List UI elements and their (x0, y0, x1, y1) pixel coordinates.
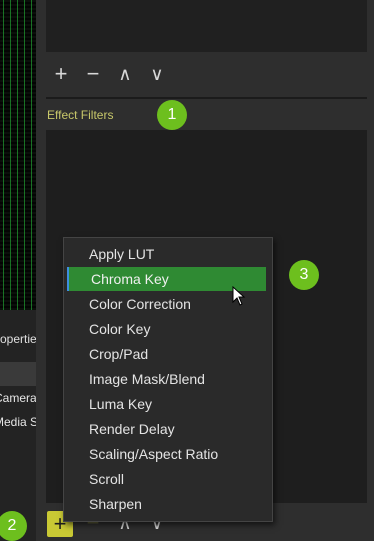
move-up-icon[interactable]: ∧ (113, 62, 137, 86)
effect-filters-title: Effect Filters (47, 108, 114, 122)
audio-video-filters-list[interactable] (46, 0, 367, 52)
menu-item-scroll[interactable]: Scroll (67, 467, 266, 491)
video-preview (0, 0, 36, 310)
sources-list: Camera Media Source (0, 386, 36, 456)
menu-item-sharpen[interactable]: Sharpen (67, 492, 266, 516)
move-down-icon[interactable]: ∨ (145, 62, 169, 86)
remove-icon[interactable]: − (81, 62, 105, 86)
mouse-cursor-icon (232, 286, 246, 306)
source-item-media[interactable]: Media Source (0, 410, 36, 434)
menu-item-apply-lut[interactable]: Apply LUT (67, 242, 266, 266)
source-item-camera[interactable]: Camera (0, 386, 36, 410)
add-icon[interactable]: + (49, 62, 73, 86)
menu-item-scaling-aspect-ratio[interactable]: Scaling/Aspect Ratio (67, 442, 266, 466)
properties-tab[interactable]: Properties (0, 326, 36, 352)
menu-item-luma-key[interactable]: Luma Key (67, 392, 266, 416)
menu-item-render-delay[interactable]: Render Delay (67, 417, 266, 441)
menu-item-image-mask-blend[interactable]: Image Mask/Blend (67, 367, 266, 391)
step-badge-1: 1 (157, 100, 187, 130)
divider (46, 97, 367, 99)
add-filter-menu: Apply LUT Chroma Key Color Correction Co… (63, 237, 273, 522)
step-badge-3: 3 (289, 260, 319, 290)
sources-header (0, 362, 36, 386)
menu-item-color-key[interactable]: Color Key (67, 317, 266, 341)
menu-item-crop-pad[interactable]: Crop/Pad (67, 342, 266, 366)
